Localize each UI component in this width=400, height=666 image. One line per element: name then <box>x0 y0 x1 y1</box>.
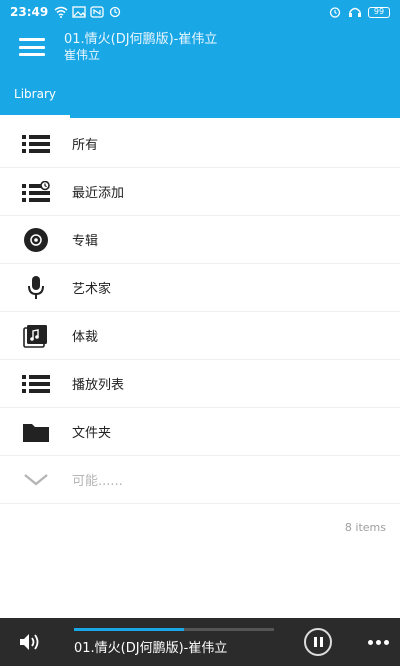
library-item-recent[interactable]: 最近添加 <box>0 168 400 216</box>
progress-fill <box>74 628 184 631</box>
recent-list-icon <box>0 180 72 203</box>
image-icon <box>72 6 86 18</box>
library-item-folders[interactable]: 文件夹 <box>0 408 400 456</box>
library-item-playlists[interactable]: 播放列表 <box>0 360 400 408</box>
library-item-genres[interactable]: 体裁 <box>0 312 400 360</box>
nfc-icon <box>90 6 104 18</box>
library-item-label: 专辑 <box>72 234 99 249</box>
microphone-icon <box>0 275 72 301</box>
chevron-down-icon <box>0 473 72 487</box>
volume-button[interactable] <box>0 632 60 652</box>
library-item-label: 播放列表 <box>72 378 125 393</box>
album-disc-icon <box>0 227 72 253</box>
folder-icon <box>0 421 72 443</box>
list-icon <box>0 134 72 154</box>
alarm-icon <box>329 7 341 18</box>
playlist-icon <box>0 374 72 394</box>
hamburger-menu-icon <box>19 38 45 56</box>
tab-indicator <box>0 115 70 118</box>
hamburger-menu-button[interactable] <box>0 24 64 70</box>
pause-button[interactable] <box>304 628 332 656</box>
sync-icon <box>110 6 121 18</box>
now-playing-artist: 崔伟立 <box>64 47 101 62</box>
tab-bar: Library <box>0 70 400 118</box>
battery-indicator: 99 <box>368 6 390 18</box>
pause-icon <box>313 637 317 647</box>
status-right-icons: 99 <box>328 6 390 18</box>
player-track-info[interactable]: 01.情火(DJ何鹏版)-崔伟立 <box>60 618 304 666</box>
library-item-label: 所有 <box>72 138 99 153</box>
more-icon <box>367 639 373 645</box>
library-item-all[interactable]: 所有 <box>0 120 400 168</box>
status-left-icons <box>54 6 122 18</box>
library-item-albums[interactable]: 专辑 <box>0 216 400 264</box>
wifi-icon <box>54 6 68 18</box>
player-track-title: 01.情火(DJ何鹏版)-崔伟立 <box>74 640 228 656</box>
now-playing-header: 01.情火(DJ何鹏版)-崔伟立 崔伟立 <box>64 32 217 63</box>
overflow-menu-button[interactable] <box>356 639 400 645</box>
music-note-icon <box>0 324 72 348</box>
library-item-label: 可能...... <box>72 474 123 489</box>
volume-icon <box>20 634 39 650</box>
headphones-icon <box>349 7 361 17</box>
status-time: 23:49 <box>10 5 49 19</box>
mini-player[interactable]: 01.情火(DJ何鹏版)-崔伟立 <box>0 618 400 666</box>
library-list: 所有 最近添加 专辑 艺术家 体裁 播放列表 文件夹 可能...... <box>0 120 400 504</box>
item-count: 8 items <box>344 521 386 534</box>
library-item-label: 最近添加 <box>72 186 125 201</box>
library-item-artists[interactable]: 艺术家 <box>0 264 400 312</box>
app-bar: 01.情火(DJ何鹏版)-崔伟立 崔伟立 <box>0 24 400 70</box>
library-item-label: 文件夹 <box>72 426 112 441</box>
tab-library[interactable]: Library <box>0 70 70 118</box>
library-item-label: 艺术家 <box>72 282 112 297</box>
status-bar: 23:49 99 <box>0 0 400 24</box>
library-item-more[interactable]: 可能...... <box>0 456 400 504</box>
progress-bar[interactable] <box>74 628 274 631</box>
library-item-label: 体裁 <box>72 330 99 345</box>
now-playing-title: 01.情火(DJ何鹏版)-崔伟立 <box>64 31 218 47</box>
